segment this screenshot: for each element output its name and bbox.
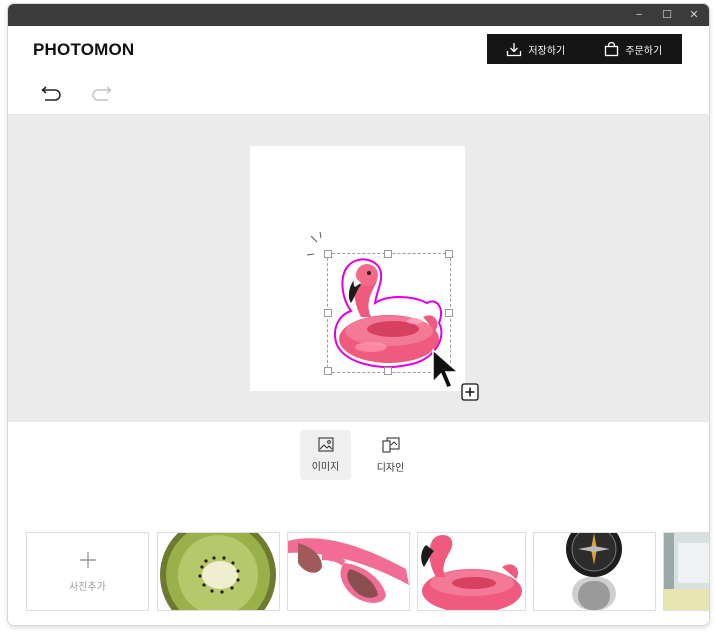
title-bar: − ☐ ✕ bbox=[8, 4, 709, 26]
mouse-cursor-icon bbox=[432, 348, 460, 389]
add-plus-icon bbox=[461, 383, 479, 401]
add-photo-label: 사진추가 bbox=[69, 582, 106, 593]
photo-thumb-kiwi[interactable] bbox=[157, 532, 280, 611]
photo-thumb-compass[interactable] bbox=[533, 532, 656, 611]
action-bar: 저장하기 주문하기 bbox=[487, 34, 682, 64]
resize-handle[interactable] bbox=[384, 367, 392, 375]
app-window: − ☐ ✕ PHOTOMON 저장하기 주문하기 이미지 디자인 사진추가 bbox=[8, 4, 709, 625]
photo-thumb-flamingo[interactable] bbox=[417, 532, 526, 611]
flamingo-sticker[interactable] bbox=[331, 257, 447, 371]
photo-thumb-sunglasses[interactable] bbox=[287, 532, 410, 611]
order-label: 주문하기 bbox=[625, 45, 663, 57]
tab-design[interactable]: 디자인 bbox=[365, 430, 416, 480]
order-button[interactable]: 주문하기 bbox=[585, 34, 683, 64]
tab-image[interactable]: 이미지 bbox=[300, 430, 351, 480]
photo-thumb-partial[interactable] bbox=[663, 532, 709, 611]
redo-button[interactable] bbox=[88, 82, 116, 106]
resize-handle[interactable] bbox=[324, 250, 332, 258]
resize-handle[interactable] bbox=[324, 367, 332, 375]
resize-handle[interactable] bbox=[324, 309, 332, 317]
undo-icon bbox=[41, 86, 61, 101]
editor-canvas bbox=[8, 115, 709, 422]
image-icon bbox=[317, 437, 334, 452]
design-icon bbox=[381, 436, 400, 453]
add-photo-button[interactable]: 사진추가 bbox=[26, 532, 149, 611]
maximize-button[interactable]: ☐ bbox=[659, 8, 675, 22]
app-header: PHOTOMON 저장하기 주문하기 bbox=[8, 26, 709, 76]
save-label: 저장하기 bbox=[528, 45, 566, 57]
undo-button[interactable] bbox=[37, 82, 65, 106]
shopping-bag-icon bbox=[605, 41, 619, 56]
resize-handle[interactable] bbox=[445, 250, 453, 258]
photo-strip: 사진추가 bbox=[8, 488, 709, 625]
app-logo: PHOTOMON bbox=[33, 40, 135, 59]
minimize-button[interactable]: − bbox=[631, 8, 647, 22]
redo-icon bbox=[92, 86, 112, 101]
resize-handle[interactable] bbox=[445, 309, 453, 317]
tab-design-label: 디자인 bbox=[376, 462, 405, 474]
save-button[interactable]: 저장하기 bbox=[487, 34, 585, 64]
tab-image-label: 이미지 bbox=[311, 462, 340, 473]
panel-tabs: 이미지 디자인 bbox=[8, 422, 709, 489]
edit-toolbar bbox=[8, 76, 709, 115]
resize-handle[interactable] bbox=[384, 250, 392, 258]
plus-icon bbox=[79, 552, 96, 568]
download-icon bbox=[507, 42, 522, 56]
close-button[interactable]: ✕ bbox=[686, 8, 702, 22]
